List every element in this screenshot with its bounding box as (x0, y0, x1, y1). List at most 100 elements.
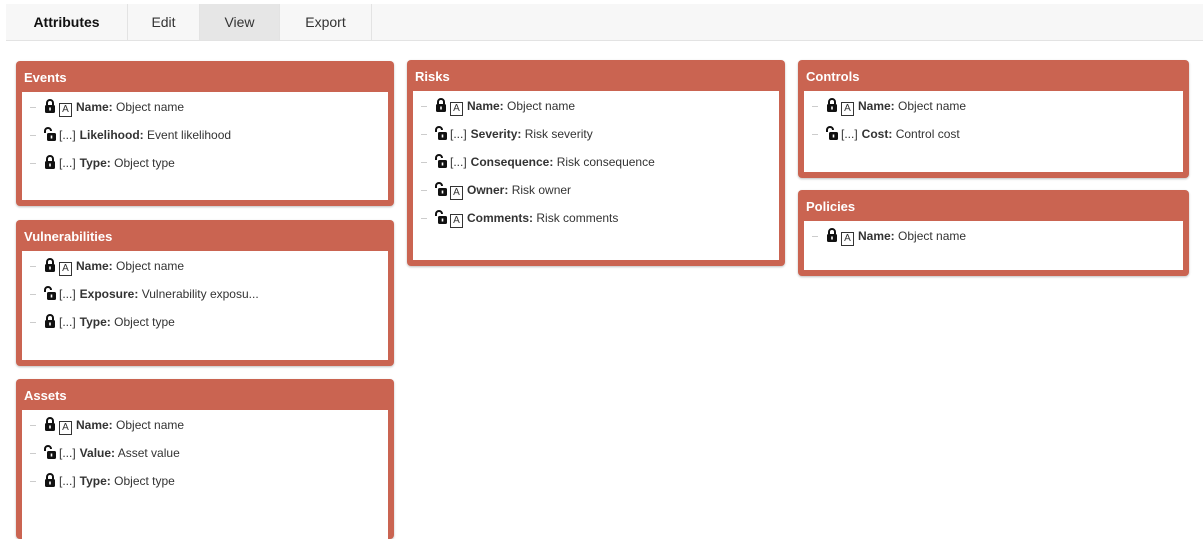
attribute-row[interactable]: [...] Exposure: Vulnerability exposu... (22, 283, 388, 311)
attribute-row[interactable]: A Name: Object name (22, 414, 388, 442)
lock-icon[interactable] (826, 98, 838, 112)
attribute-row[interactable]: A Name: Object name (804, 95, 1183, 123)
panel-title-events: Events (24, 70, 67, 85)
attribute-row[interactable]: A Name: Object name (22, 255, 388, 283)
attribute-description: Risk comments (536, 211, 619, 225)
list-type-icon: [...] (59, 474, 76, 488)
attribute-description: Risk severity (524, 127, 593, 141)
attribute-row[interactable]: A Name: Object name (22, 96, 388, 124)
unlock-icon[interactable] (435, 126, 447, 140)
attribute-row[interactable]: [...] Type: Object type (22, 470, 388, 498)
panel-title-vulnerabilities: Vulnerabilities (24, 229, 113, 244)
tab-bar: Attributes Edit View Export (6, 4, 1203, 41)
attribute-description: Object type (114, 315, 175, 329)
attribute-row[interactable]: [...] Value: Asset value (22, 442, 388, 470)
attribute-description: Object name (898, 99, 967, 113)
attribute-row[interactable]: [...] Cost: Control cost (804, 123, 1183, 151)
unlock-icon[interactable] (435, 154, 447, 168)
attribute-label: Name: (467, 99, 504, 113)
text-type-icon: A (450, 214, 463, 228)
attribute-row[interactable]: A Comments: Risk comments (413, 207, 779, 235)
attribute-description: Risk consequence (556, 155, 655, 169)
attribute-row[interactable]: [...] Likelihood: Event likelihood (22, 124, 388, 152)
panel-body-vulnerabilities: A Name: Object name [...] Exposure: Vulnera… (22, 251, 388, 360)
attribute-description: Object type (114, 474, 175, 488)
attribute-description: Object name (116, 100, 185, 114)
lock-icon[interactable] (435, 98, 447, 112)
attribute-label: Exposure: (79, 287, 139, 301)
unlock-icon[interactable] (435, 182, 447, 196)
panel-body-risks: A Name: Object name [...] Severity: Risk se… (413, 91, 779, 260)
attribute-description: Risk owner (511, 183, 572, 197)
tab-attributes[interactable]: Attributes (6, 4, 128, 40)
panel-assets: Assets A Name: Object name [...] Value: Ass… (16, 379, 394, 539)
attribute-label: Name: (76, 259, 113, 273)
tab-view[interactable]: View (200, 4, 280, 40)
lock-icon[interactable] (44, 155, 56, 169)
lock-icon[interactable] (44, 99, 56, 113)
panel-title-assets: Assets (24, 388, 67, 403)
attribute-label: Type: (79, 474, 111, 488)
panel-title-risks: Risks (415, 69, 450, 84)
attribute-row[interactable]: [...] Consequence: Risk consequence (413, 151, 779, 179)
attribute-description: Object name (116, 418, 185, 432)
attribute-row[interactable]: A Name: Object name (804, 225, 1183, 253)
list-type-icon: [...] (59, 315, 76, 329)
attribute-description: Event likelihood (147, 128, 232, 142)
lock-icon[interactable] (826, 228, 838, 242)
text-type-icon: A (59, 421, 72, 435)
panel-controls: Controls A Name: Object name [...] Cost: Co… (798, 60, 1189, 178)
panel-events: Events A Name: Object name [...] Likelihood… (16, 61, 394, 206)
unlock-icon[interactable] (826, 126, 838, 140)
attribute-description: Object name (507, 99, 576, 113)
attribute-label: Name: (76, 100, 113, 114)
unlock-icon[interactable] (435, 210, 447, 224)
panel-risks: Risks A Name: Object name [...] Severity: R… (407, 60, 785, 266)
unlock-icon[interactable] (44, 445, 56, 459)
attribute-row[interactable]: A Name: Object name (413, 95, 779, 123)
attribute-row[interactable]: [...] Type: Object type (22, 311, 388, 339)
list-type-icon: [...] (59, 287, 76, 301)
lock-icon[interactable] (44, 417, 56, 431)
attribute-row[interactable]: [...] Severity: Risk severity (413, 123, 779, 151)
text-type-icon: A (450, 186, 463, 200)
tab-export[interactable]: Export (280, 4, 372, 40)
lock-icon[interactable] (44, 473, 56, 487)
attribute-description: Vulnerability exposu... (141, 287, 259, 301)
unlock-icon[interactable] (44, 127, 56, 141)
panel-body-controls: A Name: Object name [...] Cost: Control cos… (804, 91, 1183, 172)
panel-title-controls: Controls (806, 69, 860, 84)
tab-edit[interactable]: Edit (128, 4, 200, 40)
attribute-row[interactable]: A Owner: Risk owner (413, 179, 779, 207)
attribute-label: Type: (79, 156, 111, 170)
attribute-label: Type: (79, 315, 111, 329)
attribute-label: Value: (79, 446, 116, 460)
list-type-icon: [...] (841, 127, 858, 141)
text-type-icon: A (59, 103, 72, 117)
panel-policies: Policies A Name: Object name (798, 190, 1189, 276)
attribute-row[interactable]: [...] Type: Object type (22, 152, 388, 180)
attribute-label: Cost: (861, 127, 893, 141)
unlock-icon[interactable] (44, 286, 56, 300)
attribute-description: Object name (898, 229, 967, 243)
text-type-icon: A (450, 102, 463, 116)
attribute-label: Comments: (467, 211, 534, 225)
panel-vulnerabilities: Vulnerabilities A Name: Object name [...] E… (16, 220, 394, 366)
list-type-icon: [...] (59, 446, 76, 460)
attribute-description: Object name (116, 259, 185, 273)
attribute-description: Object type (114, 156, 175, 170)
attribute-label: Name: (76, 418, 113, 432)
attribute-label: Owner: (467, 183, 509, 197)
attribute-label: Severity: (470, 127, 522, 141)
attribute-label: Name: (858, 229, 895, 243)
lock-icon[interactable] (44, 258, 56, 272)
attribute-description: Control cost (895, 127, 960, 141)
list-type-icon: [...] (450, 155, 467, 169)
panel-body-policies: A Name: Object name (804, 221, 1183, 270)
panel-title-policies: Policies (806, 199, 856, 214)
lock-icon[interactable] (44, 314, 56, 328)
list-type-icon: [...] (59, 156, 76, 170)
list-type-icon: [...] (59, 128, 76, 142)
attribute-description: Asset value (117, 446, 180, 460)
list-type-icon: [...] (450, 127, 467, 141)
